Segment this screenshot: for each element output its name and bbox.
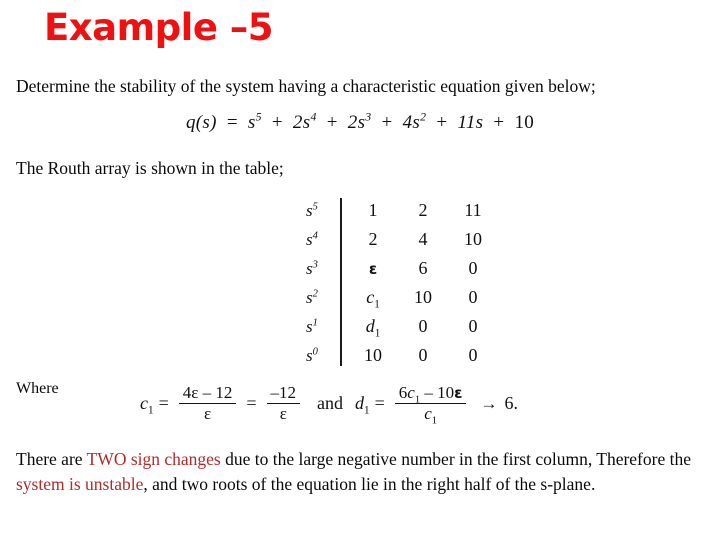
routh-cell-r1-c2: 10 — [464, 229, 482, 249]
c1-simplified-denominator: ε — [279, 404, 287, 424]
equation-plus-2: + — [326, 112, 338, 133]
routh-cell-r3-c2: 0 — [468, 287, 478, 307]
c1-numerator: 4ε – 12 — [182, 383, 233, 402]
routh-cell-r1-c0: 2 — [368, 229, 378, 249]
routh-cell-r5-c1: 0 — [418, 345, 428, 365]
conclusion-text-part1: There are — [16, 449, 87, 469]
where-label: Where — [16, 380, 59, 397]
table-row: s4 2 4 10 — [290, 225, 498, 254]
equation-term-2s4: 2s4 — [292, 110, 317, 133]
equation-term-10: 10 — [514, 112, 535, 133]
equation-term-4s2: 4s2 — [402, 110, 427, 133]
routh-cell-r0-c1: 2 — [418, 200, 428, 220]
equation-plus-3: + — [381, 112, 393, 133]
c1-denominator: ε — [203, 404, 212, 424]
routh-cell-r2-c2: 0 — [468, 258, 478, 278]
highlight-system-unstable: system is unstable — [16, 474, 144, 494]
c1-symbol: c1 — [140, 393, 154, 417]
equation-plus-4: + — [436, 112, 448, 133]
c1-fraction: 4ε – 12 ε — [178, 383, 237, 424]
routh-cell-r3-c0: c1 — [366, 287, 380, 311]
and-conjunction: and — [317, 393, 344, 414]
routh-array-table: s5 1 2 11 s4 2 4 10 s3 ε 6 0 s2 c1 10 0 … — [290, 196, 505, 370]
routh-row-label-s4: s4 — [306, 229, 318, 249]
routh-array-intro: The Routh array is shown in the table; — [16, 158, 284, 178]
routh-cell-r4-c2: 0 — [468, 316, 478, 336]
routh-cell-r0-c0: 1 — [368, 200, 378, 220]
routh-row-label-s2: s2 — [306, 287, 318, 307]
arrow-icon: → — [480, 393, 498, 413]
table-row: s2 c1 10 0 — [290, 283, 498, 312]
characteristic-equation: q(s) = s5 + 2s4 + 2s3 + 4s2 + 11s + 10 — [186, 110, 535, 134]
routh-row-label-s3: s3 — [306, 258, 318, 278]
routh-array-grid: s5 1 2 11 s4 2 4 10 s3 ε 6 0 s2 c1 10 0 … — [290, 196, 498, 370]
equation-equals-sign: = — [226, 112, 238, 133]
where-formula: c1 = 4ε – 12 ε = –12 ε and d1 = 6c1 – 10… — [140, 383, 518, 427]
conclusion-text-part3: , and two roots of the equation lie in t… — [143, 474, 596, 494]
routh-cell-r5-c0: 10 — [364, 345, 382, 365]
conclusion-text-part2: due to the large negative number in the … — [220, 449, 691, 469]
table-row: s1 d1 0 0 — [290, 312, 498, 341]
d1-result: 6. — [504, 393, 518, 414]
routh-row-label-s0: s0 — [306, 345, 318, 365]
d1-denominator: c1 — [424, 404, 437, 427]
routh-cell-r3-c1: 10 — [414, 287, 432, 307]
routh-cell-r0-c2: 11 — [464, 200, 482, 220]
routh-row-label-s1: s1 — [306, 316, 318, 336]
routh-cell-r2-c0: ε — [368, 259, 378, 278]
c1-equals-sign-2: = — [246, 393, 257, 414]
routh-row-label-s5: s5 — [306, 200, 318, 220]
equation-term-2s3: 2s3 — [347, 110, 372, 133]
conclusion-paragraph: There are TWO sign changes due to the la… — [16, 447, 716, 497]
c1-simplified-numerator: –12 — [270, 383, 297, 402]
table-row: s0 10 0 0 — [290, 341, 498, 370]
d1-symbol: d1 — [355, 393, 370, 417]
equation-plus-5: + — [493, 112, 505, 133]
equation-term-11s: 11s — [457, 112, 484, 133]
routh-cell-r4-c1: 0 — [418, 316, 428, 336]
routh-cell-r4-c0: d1 — [365, 316, 381, 340]
table-row: s3 ε 6 0 — [290, 254, 498, 283]
equation-term-s5: s5 — [247, 110, 262, 133]
page-title: Example –5 — [44, 6, 274, 49]
c1-equals-sign: = — [158, 393, 169, 414]
table-row: s5 1 2 11 — [290, 196, 498, 225]
routh-array-divider-line — [340, 198, 342, 366]
equation-plus-1: + — [271, 112, 283, 133]
d1-numerator: 6c1 – 10ε — [398, 383, 463, 406]
routh-cell-r1-c1: 4 — [418, 229, 428, 249]
intro-paragraph: Determine the stability of the system ha… — [16, 76, 596, 96]
routh-cell-r2-c1: 6 — [418, 258, 428, 278]
highlight-two-sign-changes: TWO sign changes — [86, 449, 221, 469]
d1-equals-sign: = — [374, 393, 385, 414]
c1-simplified-fraction: –12 ε — [266, 383, 301, 424]
equation-lhs: q(s) — [186, 112, 217, 133]
d1-fraction: 6c1 – 10ε c1 — [394, 383, 467, 427]
routh-cell-r5-c2: 0 — [468, 345, 478, 365]
